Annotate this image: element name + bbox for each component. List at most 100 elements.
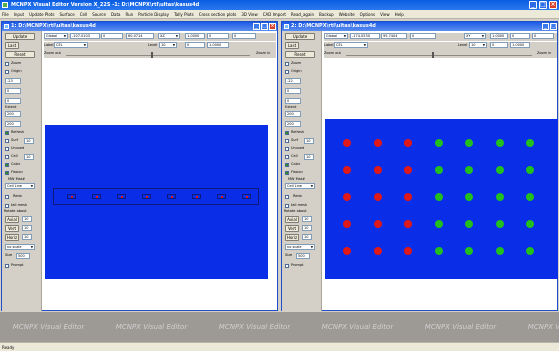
right-plane-select[interactable]: XY <box>464 33 486 39</box>
left-coord2-field[interactable]: 0 <box>101 33 123 39</box>
left-minimize-icon[interactable]: _ <box>253 23 260 30</box>
axial-field[interactable]: 10 <box>22 216 32 222</box>
vert-button[interactable]: Vert <box>5 225 19 232</box>
refresh-checkbox[interactable] <box>5 131 9 135</box>
menu-item-cross-section-plots[interactable]: Cross section plots <box>199 10 237 19</box>
right-scale3-field[interactable]: 0 <box>532 33 554 39</box>
origin-z-field[interactable]: 0 <box>285 98 301 104</box>
tall-mesh-checkbox[interactable] <box>5 204 9 208</box>
extent1-field[interactable]: 200 <box>285 111 301 117</box>
origin-x-field[interactable]: -22 <box>285 78 301 84</box>
menu-item-source[interactable]: Source <box>92 10 106 19</box>
right-coord3-field[interactable]: 0 <box>410 33 436 39</box>
cell-checkbox[interactable] <box>5 155 9 159</box>
right-coord2-field[interactable]: 95.7404 <box>381 33 407 39</box>
horiz-button[interactable]: Horiz <box>285 234 299 241</box>
origin-z-field[interactable]: 0 <box>5 98 21 104</box>
menu-item-cell[interactable]: Cell <box>80 10 87 19</box>
unused-checkbox[interactable] <box>285 147 289 151</box>
left-coord1-field[interactable]: -107.0103 <box>70 33 100 39</box>
menu-item-run[interactable]: Run <box>126 10 134 19</box>
unused-checkbox[interactable] <box>5 147 9 151</box>
extent1-field[interactable]: 200 <box>5 111 21 117</box>
right-scale4-field[interactable]: 0 <box>490 42 508 48</box>
right-scale1-field[interactable]: 1.0000 <box>490 33 508 39</box>
left-global-select[interactable]: Global <box>44 33 68 39</box>
right-geometry-plot[interactable] <box>325 119 558 279</box>
color-checkbox[interactable] <box>5 163 9 167</box>
left-scale1-field[interactable]: 1.0000 <box>185 33 205 39</box>
axial-field[interactable]: 10 <box>302 216 312 222</box>
cell-field[interactable]: 10 <box>24 154 34 160</box>
maximize-icon[interactable]: □ <box>539 1 547 9</box>
axial-button[interactable]: Axial <box>5 216 19 223</box>
right-scale5-field[interactable]: 1.0000 <box>510 42 530 48</box>
horiz-field[interactable]: 10 <box>22 234 32 240</box>
origin-x-field[interactable]: -23 <box>5 78 21 84</box>
update-button[interactable]: Update <box>5 33 35 40</box>
menu-item-update-plots[interactable]: Update Plots <box>29 10 54 19</box>
right-restore-icon[interactable]: □ <box>550 23 557 30</box>
right-minimize-icon[interactable]: _ <box>542 23 549 30</box>
last-button[interactable]: Last <box>5 42 19 49</box>
reset-button[interactable]: Reset <box>285 51 315 58</box>
left-scale4-field[interactable]: 0 <box>185 42 205 48</box>
surf-field[interactable]: 10 <box>24 138 34 144</box>
vert-field[interactable]: 10 <box>22 225 32 231</box>
menu-item-data[interactable]: Data <box>111 10 121 19</box>
origin-y-field[interactable]: 0 <box>285 88 301 94</box>
left-coord3-field[interactable]: 60.0714 <box>126 33 154 39</box>
color-checkbox[interactable] <box>285 163 289 167</box>
menu-item-file[interactable]: File <box>2 10 9 19</box>
left-zoom-slider[interactable] <box>151 52 153 58</box>
cell-field[interactable]: 10 <box>304 154 314 160</box>
horiz-button[interactable]: Horiz <box>5 234 19 241</box>
origin-checkbox[interactable] <box>5 70 9 74</box>
menu-item-view[interactable]: View <box>380 10 390 19</box>
zoom-checkbox[interactable] <box>285 62 289 66</box>
surf-checkbox[interactable] <box>285 139 289 143</box>
reset-button[interactable]: Reset <box>5 51 35 58</box>
scale-select[interactable]: no scale <box>5 244 35 250</box>
menu-item-website[interactable]: Website <box>339 10 355 19</box>
scale-select[interactable]: no scale <box>285 244 315 250</box>
left-level-select[interactable]: 10 <box>159 42 177 48</box>
size-field[interactable]: 500 <box>296 253 310 259</box>
prompt-checkbox[interactable] <box>285 264 289 268</box>
cell-line-select[interactable]: Cell Line <box>285 183 315 189</box>
menu-item-particle-display[interactable]: Particle Display <box>138 10 169 19</box>
close-icon[interactable]: × <box>549 1 557 9</box>
size-field[interactable]: 500 <box>16 253 30 259</box>
update-button[interactable]: Update <box>285 33 315 40</box>
extent2-field[interactable]: 200 <box>5 121 21 127</box>
surf-checkbox[interactable] <box>5 139 9 143</box>
fission-checkbox[interactable] <box>5 171 9 175</box>
extent2-field[interactable]: 200 <box>285 121 301 127</box>
left-scale2-field[interactable]: 0 <box>207 33 229 39</box>
menu-item-read-again[interactable]: Read_again <box>291 10 314 19</box>
origin-checkbox[interactable] <box>285 70 289 74</box>
menu-item-cad-import[interactable]: CAD Import <box>263 10 286 19</box>
left-scale5-field[interactable]: 1.0000 <box>207 42 229 48</box>
menu-item-surface[interactable]: Surface <box>59 10 74 19</box>
minimize-icon[interactable]: _ <box>529 1 537 9</box>
vert-field[interactable]: 10 <box>302 225 312 231</box>
last-button[interactable]: Last <box>285 42 299 49</box>
right-scale2-field[interactable]: 0 <box>510 33 530 39</box>
redo-checkbox[interactable] <box>285 195 289 199</box>
menu-item-input[interactable]: Input <box>14 10 24 19</box>
prompt-checkbox[interactable] <box>5 264 9 268</box>
right-global-select[interactable]: Global <box>324 33 348 39</box>
menu-item-tally-plots[interactable]: Tally Plots <box>174 10 194 19</box>
vert-button[interactable]: Vert <box>285 225 299 232</box>
cell-line-select[interactable]: Cell Line <box>5 183 35 189</box>
origin-y-field[interactable]: 0 <box>5 88 21 94</box>
refresh-checkbox[interactable] <box>285 131 289 135</box>
menu-item-options[interactable]: Options <box>360 10 375 19</box>
right-label-select[interactable]: CEL <box>334 42 368 48</box>
left-plane-select[interactable]: XZ <box>158 33 180 39</box>
zoom-checkbox[interactable] <box>5 62 9 66</box>
surf-field[interactable]: 10 <box>304 138 314 144</box>
horiz-field[interactable]: 10 <box>302 234 312 240</box>
menu-item-backup[interactable]: Backup <box>319 10 334 19</box>
